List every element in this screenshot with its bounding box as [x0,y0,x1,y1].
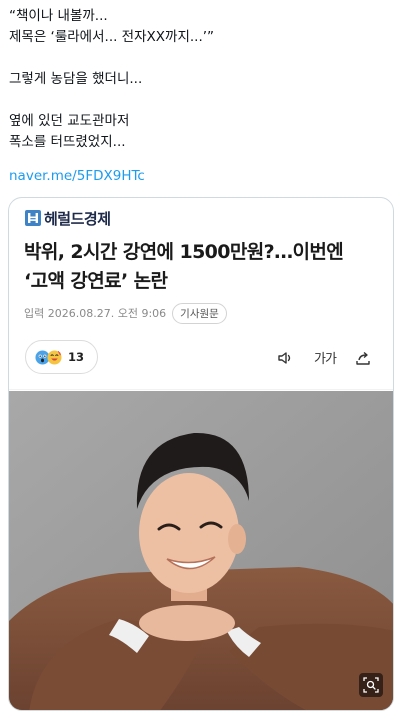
font-size-label: 가가 [314,349,337,367]
speaker-icon [275,348,295,368]
post-line-5: 폭소를 터뜨렸었지... [9,134,126,150]
article-date: 입력 2026.08.27. 오전 9:06 [24,307,167,320]
cheer-emoji-icon [47,349,62,365]
brand-logo-icon [25,210,41,226]
portrait-illustration [9,391,393,710]
zoom-icon [363,677,379,693]
zoom-button[interactable] [359,673,383,697]
post-line-4: 옆에 있던 교도관마저 [9,113,130,129]
publisher-brand: 헤럴드경제 [25,209,111,228]
post-line-3: 그렇게 농담을 했더니... [9,71,143,87]
publisher-name: 헤럴드경제 [44,209,111,228]
post-blank-line [9,90,394,111]
post-link[interactable]: naver.me/5FDX9HTc [9,166,145,187]
tts-button[interactable] [275,348,295,368]
article-headline[interactable]: 박위, 2시간 강연에 1500만원?…이번엔 ‘고액 강연료’ 논란 [24,238,384,296]
reaction-count: 13 [68,350,85,364]
post-line-2: 제목은 ‘룰라에서... 전자XX까지...’” [9,29,215,45]
share-button[interactable] [353,348,373,368]
post-line-1: “책이나 내볼까... [9,8,108,24]
headline-line-1: 박위, 2시간 강연에 1500만원?…이번엔 [24,241,344,263]
share-icon [353,348,373,368]
article-meta: 입력 2026.08.27. 오전 9:06 기사원문 [24,302,227,324]
link-preview-card[interactable]: 헤럴드경제 박위, 2시간 강연에 1500만원?…이번엔 ‘고액 강연료’ 논… [8,197,394,711]
post-text: “책이나 내볼까... 제목은 ‘룰라에서... 전자XX까지...’” 그렇게… [9,6,394,153]
article-photo[interactable] [9,391,393,710]
post-blank-line [9,48,394,69]
font-size-button[interactable]: 가가 [314,348,337,368]
card-divider [9,389,393,390]
headline-line-2: ‘고액 강연료’ 논란 [24,270,168,292]
original-article-button[interactable]: 기사원문 [172,302,227,324]
font-size-label-text: 가가 [314,352,337,367]
reactions-button[interactable]: 13 [25,340,98,374]
